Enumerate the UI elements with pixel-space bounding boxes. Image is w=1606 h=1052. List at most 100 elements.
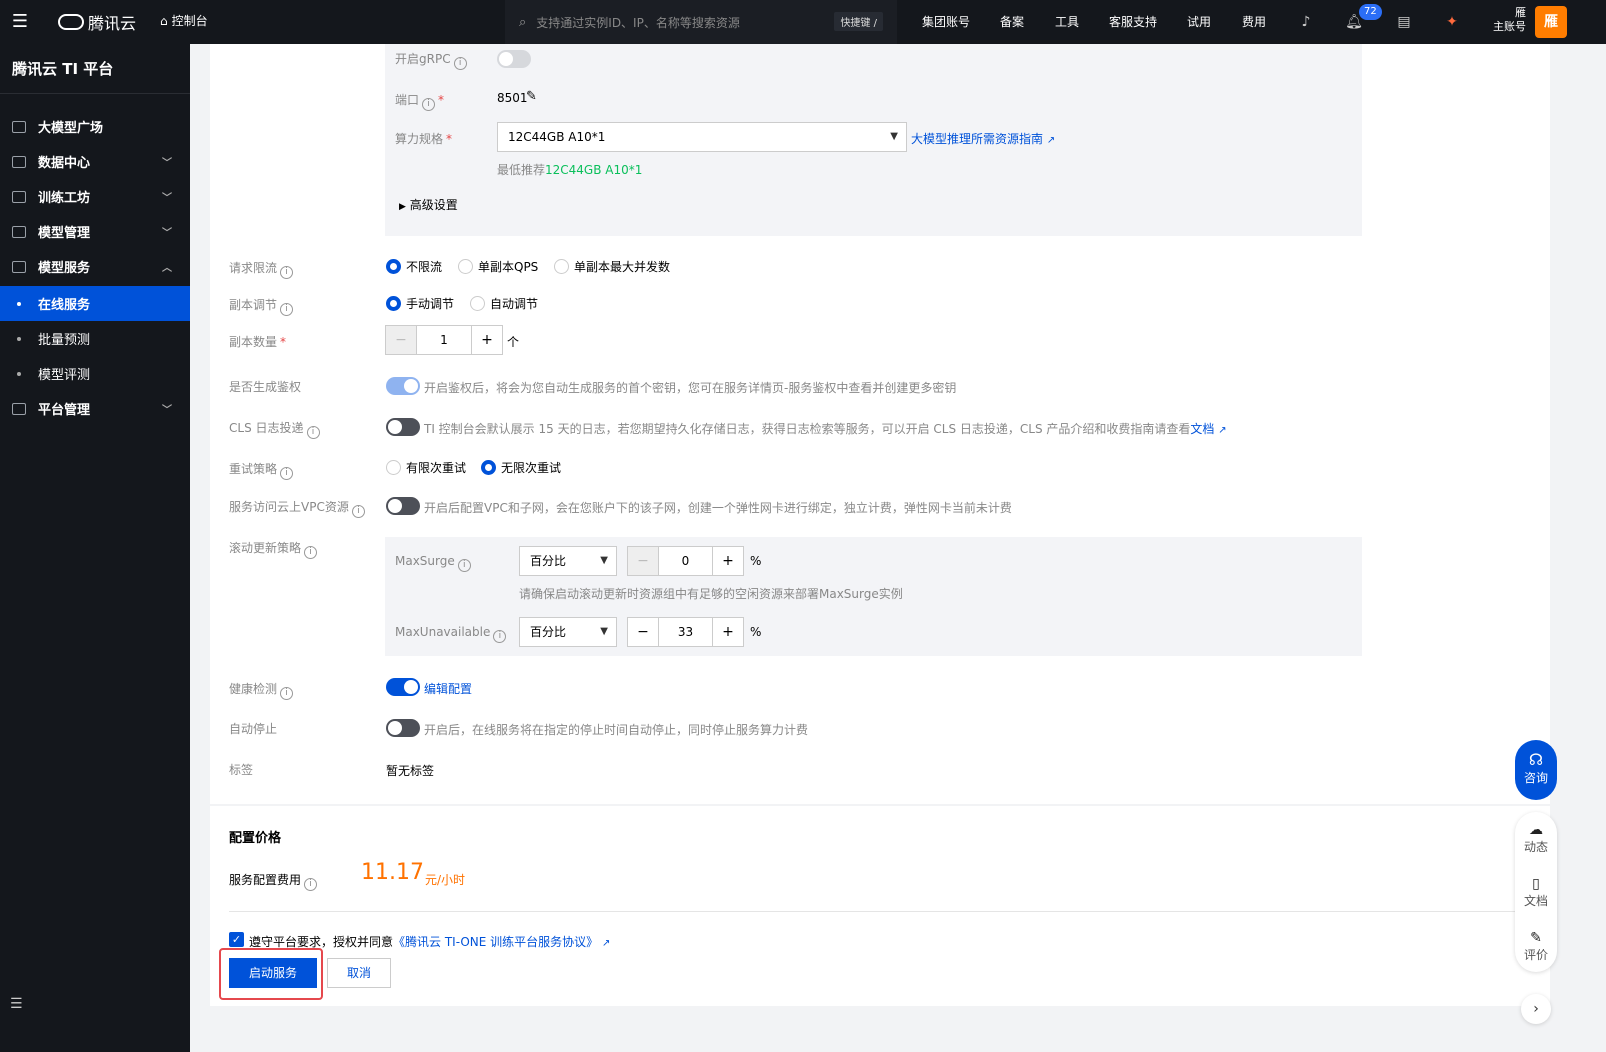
app-grid-icon[interactable]: ✦ [1442,12,1462,32]
rate-option-concurrency[interactable]: 单副本最大并发数 [554,258,670,275]
replica-count-input[interactable]: 1 [416,326,472,354]
brand-name: 腾讯云 [88,14,137,33]
rate-option-unlimited[interactable]: 不限流 [386,258,442,275]
sidebar-item-training[interactable]: 训练工坊 ﹀ [0,179,190,214]
divider [229,911,1519,912]
vpc-toggle[interactable] [386,497,420,515]
notification-count: 72 [1359,4,1382,20]
avatar[interactable]: 雁 [1535,6,1567,38]
sidebar-item-batch-predict[interactable]: 批量预测 [0,321,190,356]
replica-manual-option[interactable]: 手动调节 [386,295,454,312]
minus-button[interactable]: − [386,326,416,354]
sidebar-item-data-center[interactable]: 数据中心 ﹀ [0,144,190,179]
maxunavailable-stepper[interactable]: − 33 + [627,617,744,647]
rate-limit-label: 请求限流 i [229,259,294,279]
sidebar-item-label: 模型服务 [38,261,91,276]
minus-button[interactable]: − [628,618,658,646]
auth-toggle[interactable] [386,377,420,395]
plus-button[interactable]: + [472,326,502,354]
cls-toggle[interactable] [386,418,420,436]
cls-doc-link[interactable]: 文档 [1190,422,1214,436]
auto-stop-desc: 开启后，在线服务将在指定的停止时间自动停止，同时停止服务算力计费 [424,723,809,737]
global-search[interactable]: ⌕ 支持通过实例ID、IP、名称等搜索资源 快捷键 / [505,0,897,44]
nav-group-account[interactable]: 集团账号 [922,0,970,44]
maxunavailable-percent: % [750,625,762,639]
console-link[interactable]: ⌂ 控制台 [160,12,208,29]
search-icon: ⌕ [519,14,527,30]
auto-stop-toggle[interactable] [386,719,420,737]
sidebar-item-model-management[interactable]: 模型管理 ﹀ [0,214,190,249]
dynamic-button[interactable]: ☁ 动态 [1515,822,1557,855]
consult-label: 咨询 [1523,771,1548,785]
grpc-toggle[interactable] [497,50,531,68]
highlight-box [219,948,323,1000]
nav-support[interactable]: 客服支持 [1109,0,1157,44]
chevron-down-icon: ﹀ [162,158,172,169]
docs-button[interactable]: ▯ 文档 [1515,876,1557,909]
maxsurge-stepper[interactable]: − 0 + [627,546,744,576]
chevron-right-icon[interactable]: › [1521,994,1551,1024]
compute-spec-select[interactable]: 12C44GB A10*1 ▼ [497,122,907,152]
review-button[interactable]: ✎ 评价 [1515,930,1557,963]
retry-unlimited-option[interactable]: 无限次重试 [481,459,561,476]
cancel-button[interactable]: 取消 [327,958,391,988]
sidebar-item-model-service[interactable]: 模型服务 ︿ [0,249,190,284]
maxsurge-input[interactable]: 0 [658,547,713,575]
resource-guide-link[interactable]: 大模型推理所需资源指南 ↗ [911,130,1055,147]
edit-pencil-icon[interactable]: ✎ [526,89,537,104]
health-check-label: 健康检测 i [229,680,294,700]
replica-count-stepper[interactable]: − 1 + [385,325,503,355]
chevron-down-icon: ﹀ [162,193,172,204]
sidebar-item-online-service[interactable]: 在线服务 [0,286,190,321]
port-value: 8501 [497,91,528,105]
chevron-down-icon: ▼ [600,555,608,566]
nav-trial[interactable]: 试用 [1187,0,1211,44]
rate-option-qps[interactable]: 单副本QPS [458,258,538,275]
headset-icon: ☊ [1528,750,1544,769]
ticket-icon[interactable]: ▤ [1394,12,1414,32]
retry-label: 重试策略 i [229,460,294,480]
bullet-icon [17,301,21,306]
maxunavailable-input[interactable]: 33 [658,618,713,646]
menu-icon[interactable]: ☰ [10,12,30,32]
agreement-checkbox[interactable]: ✓ [229,932,244,947]
health-check-toggle[interactable] [386,678,420,696]
info-icon: i [422,98,436,111]
collapse-sidebar-icon[interactable]: ☰ [10,996,23,1012]
book-icon: ▯ [1532,876,1540,892]
agreement-link[interactable]: 《腾讯云 TI-ONE 训练平台服务协议》 [393,935,598,949]
minus-button[interactable]: − [628,547,658,575]
sidebar-item-model-eval[interactable]: 模型评测 [0,356,190,391]
retry-limited-option[interactable]: 有限次重试 [386,459,466,476]
maxunavailable-type-select[interactable]: 百分比 ▼ [519,617,617,647]
list-icon [12,402,26,415]
sidebar-item-label: 平台管理 [38,403,91,418]
music-note-icon[interactable]: ♪ [1296,12,1316,32]
replica-auto-option[interactable]: 自动调节 [470,295,538,312]
edit-config-link[interactable]: 编辑配置 [424,680,472,697]
advanced-settings-toggle[interactable]: ▶ 高级设置 [399,196,458,213]
plus-button[interactable]: + [713,618,743,646]
external-link-icon: ↗ [1218,425,1227,436]
tags-value: 暂无标签 [386,764,435,778]
maxsurge-type-select[interactable]: 百分比 ▼ [519,546,617,576]
sidebar-item-model-square[interactable]: 大模型广场 [0,109,190,144]
sidebar-item-label: 训练工坊 [38,191,91,206]
info-icon: i [493,630,507,643]
price-value: 11.17 [361,860,424,885]
vpc-label: 服务访问云上VPC资源 i [229,498,365,518]
consult-button[interactable]: ☊ 咨询 [1515,740,1557,800]
nav-billing[interactable]: 费用 [1242,0,1266,44]
pricing-section [210,806,1550,1006]
vpc-desc: 开启后配置VPC和子网，会在您账户下的该子网，创建一个弹性网卡进行绑定，独立计费… [424,501,1012,515]
maxsurge-label: MaxSurge i [395,554,471,572]
nav-filing[interactable]: 备案 [1000,0,1024,44]
sidebar-item-platform-management[interactable]: 平台管理 ﹀ [0,391,190,426]
info-icon: i [280,266,294,279]
brand-logo[interactable]: 腾讯云 [58,10,136,34]
port-label: 端口 i * [395,93,445,111]
nav-tools[interactable]: 工具 [1055,0,1079,44]
plus-button[interactable]: + [713,547,743,575]
external-link-icon: ↗ [602,938,611,949]
account-menu[interactable]: 雁 主账号 [1486,6,1526,34]
